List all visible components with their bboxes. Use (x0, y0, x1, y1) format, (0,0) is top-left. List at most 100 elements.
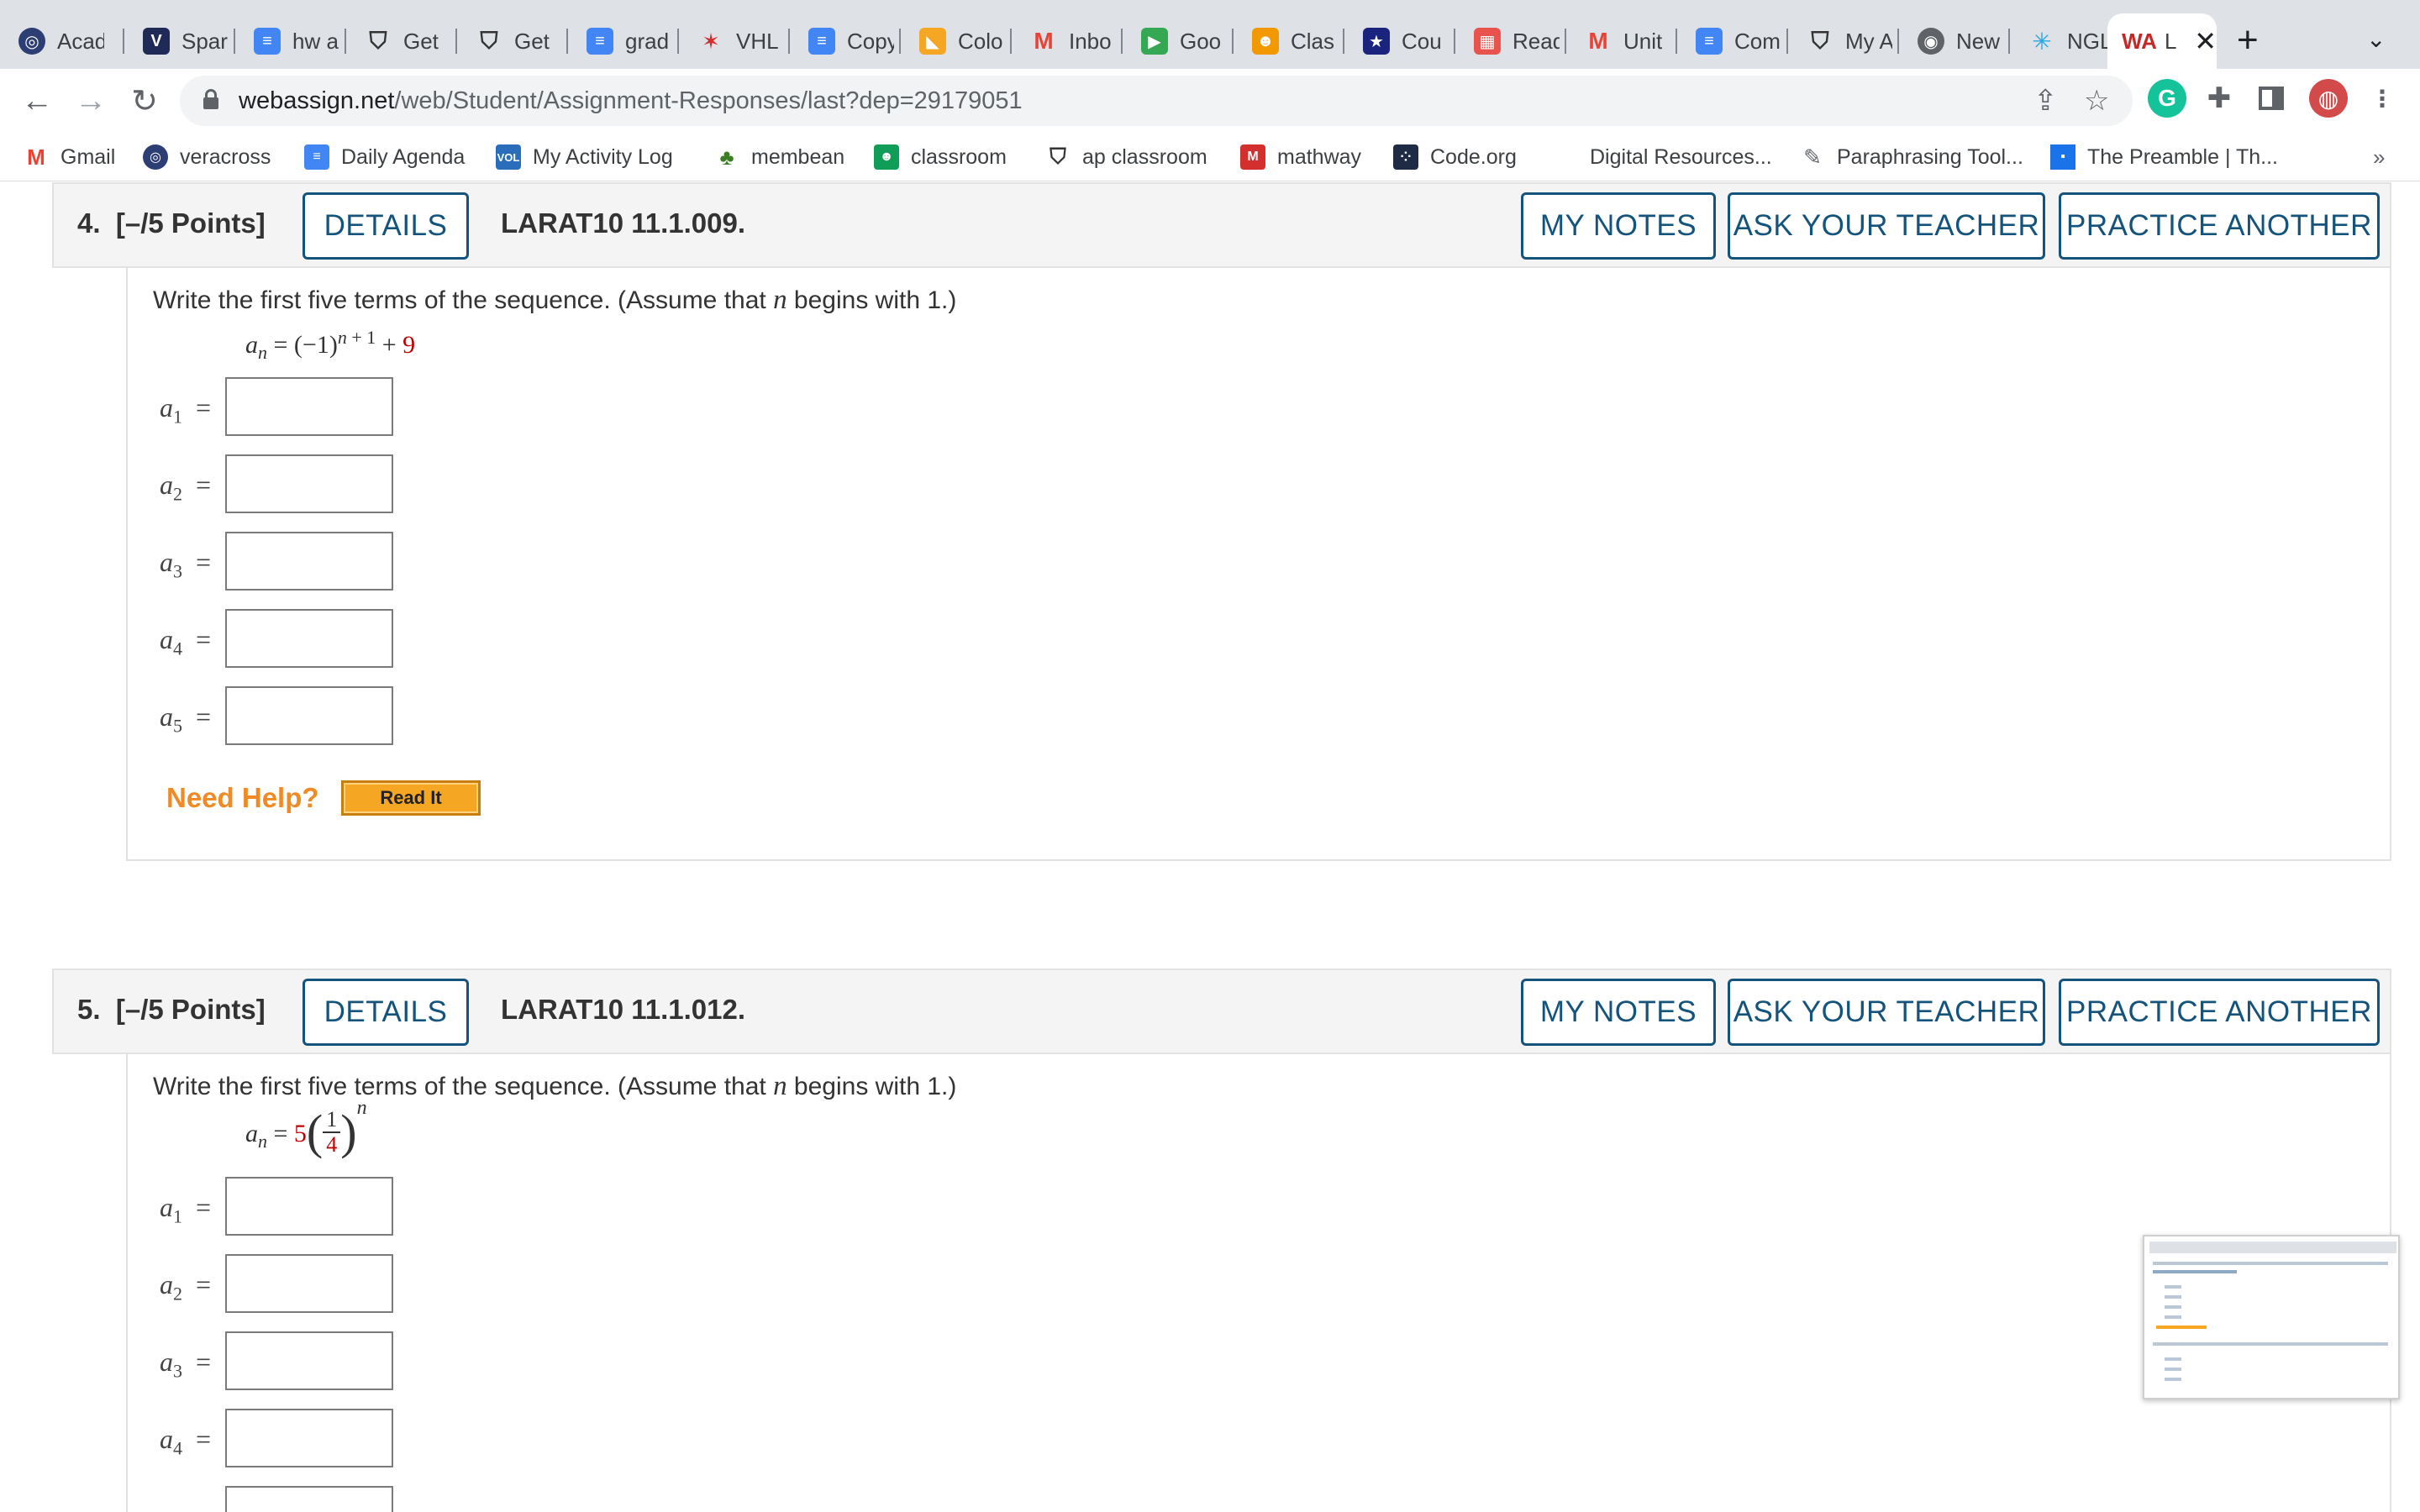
share-icon[interactable]: ⇪ (2033, 84, 2058, 118)
sequence-formula: an = 5(1 4)n (245, 1096, 367, 1159)
tab-acad[interactable]: ◎ Acad (0, 13, 124, 69)
circle-logo-icon: ◎ (18, 28, 45, 55)
answer-input-a4[interactable] (225, 609, 393, 668)
menu-kebab-icon[interactable]: ⋮ (2363, 79, 2402, 118)
tab-vhl[interactable]: ✶ VHL (679, 13, 790, 69)
bookmark-activity-log[interactable]: VOL My Activity Log (496, 141, 673, 173)
tab-cou[interactable]: ★ Cou (1344, 13, 1455, 69)
avatar[interactable]: ◍ (2309, 79, 2348, 118)
answer-input-a1[interactable] (225, 1177, 393, 1236)
read-it-button[interactable]: Read It (341, 780, 481, 816)
tab-unit[interactable]: M Unit (1566, 13, 1677, 69)
bookmark-label: classroom (911, 144, 1007, 169)
answer-input-a4[interactable] (225, 1409, 393, 1467)
bookmark-star-icon[interactable]: ☆ (2084, 84, 2109, 118)
thumbnail-line (2156, 1326, 2207, 1329)
practice-another-button[interactable]: PRACTICE ANOTHER (2059, 192, 2380, 260)
answer-input-a3[interactable] (225, 532, 393, 591)
bookmark-classroom[interactable]: ☻ classroom (874, 141, 1007, 173)
classroom-icon: ☻ (874, 144, 899, 170)
bookmark-digital-resources[interactable]: Digital Resources... (1590, 141, 1772, 173)
term-label: a1 = (160, 1192, 212, 1227)
acorn-icon: ⛉ (480, 27, 498, 54)
answer-input-a3[interactable] (225, 1331, 393, 1390)
side-panel-icon[interactable] (2252, 79, 2291, 118)
bookmark-label: Daily Agenda (341, 144, 466, 169)
tab-title: L (2165, 28, 2177, 54)
url-text[interactable]: webassign.net/web/Student/Assignment-Res… (239, 87, 1023, 115)
term-label: a3 = (160, 547, 212, 582)
sparkle-icon: ✳ (2032, 28, 2052, 55)
bookmark-daily-agenda[interactable]: ≡ Daily Agenda (304, 141, 465, 173)
tab-new[interactable]: ◉ New (1899, 13, 2010, 69)
new-tab-button[interactable]: + (2237, 22, 2259, 59)
details-button[interactable]: DETAILS (302, 979, 469, 1046)
tab-spar[interactable]: V Spar (124, 13, 235, 69)
bookmarks-bar: M Gmail ◎ veracross ≡ Daily Agenda VOL My Ac… (0, 133, 2420, 181)
tab-get-2[interactable]: ⛉ Get (457, 13, 568, 69)
tab-title: hw a (292, 28, 339, 54)
tab-webassign-active[interactable]: WA L ✕ (2107, 13, 2217, 69)
tab-colo[interactable]: ◣ Colo (901, 13, 1012, 69)
star-badge-icon: ★ (1363, 28, 1390, 55)
answer-input-a1[interactable] (225, 377, 393, 436)
bookmarks-overflow-icon[interactable]: » (2373, 144, 2385, 171)
tab-inbox[interactable]: M Inbo (1012, 13, 1123, 69)
thumbnail-line (2165, 1368, 2181, 1371)
tab-search-chevron-icon[interactable]: ⌄ (2366, 25, 2386, 53)
back-button[interactable]: ← (17, 81, 57, 121)
tab-title: Unit (1623, 28, 1663, 54)
grammarly-icon[interactable]: G (2148, 79, 2186, 118)
ask-your-teacher-button[interactable]: ASK YOUR TEACHER (1728, 979, 2045, 1046)
my-notes-button[interactable]: MY NOTES (1521, 979, 1716, 1046)
tab-ngl[interactable]: ✳ NGL (2010, 13, 2107, 69)
address-bar[interactable]: webassign.net/web/Student/Assignment-Res… (180, 76, 2133, 126)
question-code: LARAT10 11.1.012. (501, 994, 746, 1025)
answer-input-a2[interactable] (225, 1254, 393, 1313)
bookmark-label: Code.org (1430, 144, 1517, 169)
my-notes-button[interactable]: MY NOTES (1521, 192, 1716, 260)
thumbnail-line (2153, 1262, 2388, 1265)
tab-get-1[interactable]: ⛉ Get (346, 13, 457, 69)
tab-title: Read (1512, 28, 1560, 54)
ask-your-teacher-button[interactable]: ASK YOUR TEACHER (1728, 192, 2045, 260)
bookmark-code-org[interactable]: ⁘ Code.org (1393, 141, 1517, 173)
answer-input-a2[interactable] (225, 454, 393, 513)
tab-title: VHL (736, 28, 779, 54)
bookmark-label: Gmail (60, 144, 116, 169)
bookmark-veracross[interactable]: ◎ veracross (143, 141, 271, 173)
bookmark-paraphrasing-tool[interactable]: ✎ Paraphrasing Tool... (1800, 141, 2023, 173)
extensions-puzzle-icon[interactable]: ✚ (2200, 79, 2238, 118)
bookmark-mathway[interactable]: Mmathway (1240, 141, 1361, 173)
lock-icon[interactable] (203, 89, 218, 111)
bookmark-preamble[interactable]: ▪ The Preamble | Th... (2050, 141, 2278, 173)
tab-read[interactable]: ▦ Read (1455, 13, 1566, 69)
thumbnail-line (2165, 1357, 2181, 1361)
docs-icon: ≡ (1696, 28, 1723, 55)
tab-title: Colo (958, 28, 1003, 54)
gmail-icon: M (27, 144, 45, 170)
bookmark-label: The Preamble | Th... (2087, 144, 2278, 169)
bookmark-label: mathway (1277, 144, 1362, 169)
practice-another-button[interactable]: PRACTICE ANOTHER (2059, 979, 2380, 1046)
reload-button[interactable]: ↻ (124, 81, 165, 121)
tab-grad[interactable]: ≡ grad (568, 13, 679, 69)
tab-clas[interactable]: ☻ Clas (1234, 13, 1344, 69)
screenshot-thumbnail[interactable] (2143, 1235, 2400, 1399)
close-icon[interactable]: ✕ (2194, 25, 2217, 57)
tab-my-a[interactable]: ⛉ My A (1788, 13, 1899, 69)
forward-button[interactable]: → (71, 81, 111, 121)
bookmark-membean[interactable]: ♣ membean (714, 141, 844, 173)
tab-copy[interactable]: ≡ Copy (790, 13, 901, 69)
classroom-icon: ☻ (1252, 28, 1279, 55)
answer-input-a5[interactable] (225, 1486, 393, 1512)
bookmark-ap-classroom[interactable]: ⛉ ap classroom (1045, 141, 1207, 173)
answer-input-a5[interactable] (225, 686, 393, 745)
term-label: a4 = (160, 624, 212, 659)
tab-goo[interactable]: ▶ Goo (1123, 13, 1234, 69)
bookmark-gmail[interactable]: M Gmail (24, 141, 115, 173)
tab-com[interactable]: ≡ Com (1677, 13, 1788, 69)
tab-hw[interactable]: ≡ hw a (235, 13, 346, 69)
details-button[interactable]: DETAILS (302, 192, 469, 260)
thumbnail-line (2165, 1305, 2181, 1309)
